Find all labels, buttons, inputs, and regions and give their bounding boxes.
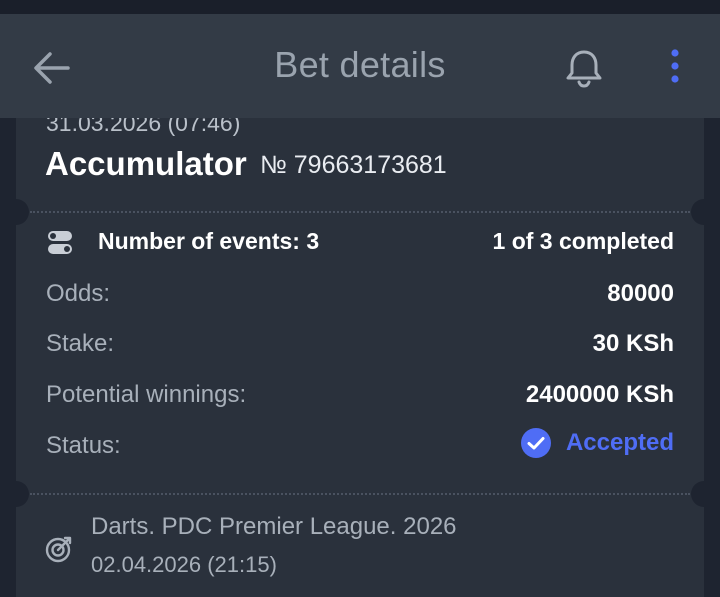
ticket-notch-left [16, 481, 29, 507]
bet-type: Accumulator [45, 145, 247, 182]
odds-value: 80000 [607, 280, 674, 307]
status-value: Accepted [565, 429, 674, 456]
winnings-value: 2400000 KSh [525, 381, 674, 408]
divider [30, 211, 690, 213]
target-icon [45, 536, 72, 563]
divider [30, 493, 690, 495]
bet-date: 31.03.2026 (07:46) [46, 118, 241, 136]
status-label: Status: [46, 432, 121, 459]
winnings-label: Potential winnings: [46, 381, 247, 408]
ticket-notch-right [691, 481, 704, 507]
app-bar: Bet details [0, 14, 720, 118]
event-title[interactable]: Darts. PDC Premier League. 2026 [91, 513, 457, 541]
ticket-notch-right [691, 199, 704, 225]
check-circle-icon [520, 428, 551, 458]
page-title: Bet details [274, 44, 446, 85]
bet-number: № 79663173681 [260, 151, 447, 179]
stake-label: Stake: [46, 330, 115, 357]
status-badge: Accepted [520, 427, 674, 459]
events-count: Number of events: 3 [98, 228, 320, 254]
bell-icon[interactable] [562, 46, 606, 90]
event-date: 02.04.2026 (21:15) [91, 552, 277, 577]
status-bar [0, 0, 720, 14]
stake-value: 30 KSh [592, 330, 674, 357]
more-vertical-icon[interactable] [662, 46, 690, 90]
ticket-notch-left [16, 199, 29, 225]
events-progress: 1 of 3 completed [492, 228, 674, 254]
bet-card: 31.03.2026 (07:46) Accumulator № 7966317… [16, 118, 704, 597]
list-toggle-icon [48, 231, 72, 254]
odds-label: Odds: [46, 280, 111, 307]
